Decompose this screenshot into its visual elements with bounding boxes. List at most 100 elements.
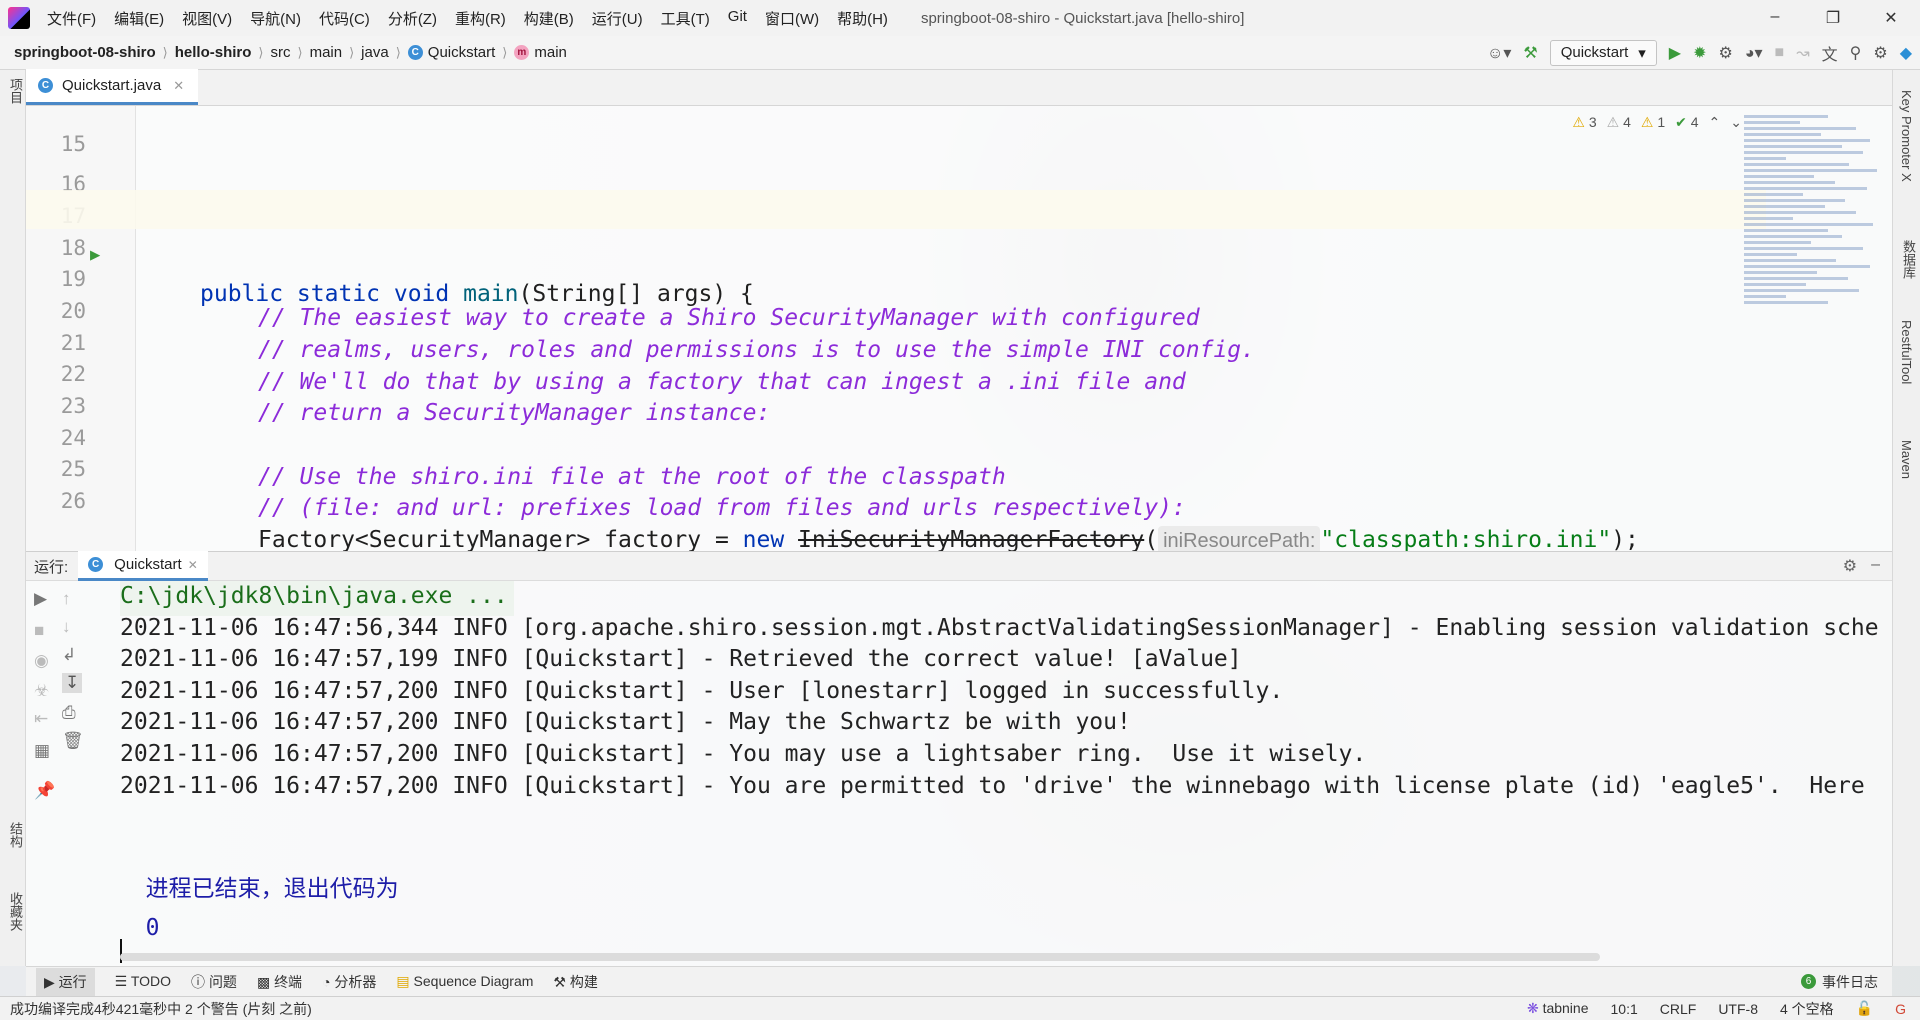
line-separator[interactable]: CRLF (1660, 1001, 1697, 1017)
rerun-icon[interactable]: ▶ (34, 589, 47, 609)
horizontal-scrollbar[interactable] (120, 953, 1600, 961)
tab-sequence-diagram[interactable]: ▤ Sequence Diagram (396, 973, 533, 990)
status-message[interactable]: 成功编译完成4秒421毫秒中 2 个警告 (片刻 之前) (10, 999, 312, 1019)
tab-problems[interactable]: ⓘ 问题 (191, 972, 237, 992)
pin-icon[interactable]: 📌 (34, 781, 55, 801)
stop-icon[interactable]: ■ (1775, 44, 1785, 62)
menu-edit[interactable]: 编辑(E) (107, 4, 171, 33)
user-icon[interactable]: ☺▾ (1487, 43, 1511, 63)
tab-profiler[interactable]: ◔ 分析器 (322, 972, 376, 992)
weak-warning-count: 4 (1623, 114, 1631, 130)
maven-tab[interactable]: Maven (1899, 440, 1914, 479)
breadcrumb-src[interactable]: src (271, 44, 291, 61)
parameter-hint: iniResourcePath: (1158, 526, 1321, 551)
window-title: springboot-08-shiro - Quickstart.java [h… (920, 9, 1245, 27)
breadcrumb-main[interactable]: main (310, 44, 343, 61)
menu-window[interactable]: 窗口(W) (758, 4, 826, 33)
dump-threads-icon[interactable]: ☣ (34, 681, 49, 701)
translate-icon[interactable]: 文 (1822, 41, 1838, 65)
status-bar: 成功编译完成4秒421毫秒中 2 个警告 (片刻 之前) ❋ tabnine 1… (0, 996, 1920, 1020)
code-text: ); (1611, 527, 1639, 551)
menu-refactor[interactable]: 重构(R) (448, 4, 513, 33)
close-icon[interactable]: ✕ (1862, 8, 1920, 28)
tabnine-status[interactable]: ❋ tabnine (1527, 1000, 1589, 1017)
run-icon[interactable]: ▶ (1669, 43, 1681, 63)
tab-quickstart-java[interactable]: C Quickstart.java ✕ (26, 69, 199, 105)
tab-run[interactable]: ▶ 运行 (36, 967, 95, 996)
menu-file[interactable]: 文件(F) (40, 4, 103, 33)
database-tab[interactable]: 数据库 (1899, 240, 1918, 279)
chevron-down-icon[interactable]: ⌄ (1730, 114, 1742, 131)
code-minimap[interactable] (1744, 112, 1884, 492)
run-tab-quickstart[interactable]: C Quickstart ✕ (78, 551, 208, 581)
close-tab-icon[interactable]: ✕ (188, 558, 198, 572)
breadcrumb-java[interactable]: java (361, 44, 389, 61)
cursor-position[interactable]: 10:1 (1611, 1001, 1638, 1017)
menu-git[interactable]: Git (721, 4, 754, 33)
breadcrumb-project[interactable]: springboot-08-shiro (14, 44, 156, 61)
camera-icon[interactable]: ◉ (34, 651, 49, 671)
code-line: 15 (26, 106, 1766, 156)
tab-label: 问题 (208, 973, 237, 990)
file-encoding[interactable]: UTF-8 (1718, 1001, 1758, 1017)
breadcrumb-method[interactable]: main (534, 44, 567, 61)
indent-setting[interactable]: 4 个空格 (1780, 999, 1834, 1019)
debug-icon[interactable]: ✹ (1693, 43, 1706, 63)
settings-gear-icon[interactable]: ⚙ (1843, 556, 1857, 576)
menu-help[interactable]: 帮助(H) (830, 4, 895, 33)
tab-todo[interactable]: ☰ TODO (115, 973, 171, 990)
exit-icon[interactable]: ⇤ (34, 709, 48, 729)
profile-icon[interactable]: ◕▾ (1745, 43, 1763, 63)
search-icon[interactable]: ⚲ (1850, 43, 1862, 63)
hide-panel-icon[interactable]: – (1871, 556, 1880, 576)
code-text: ( (1144, 527, 1159, 551)
favorites-tool-tab[interactable]: 收藏夹 (6, 892, 25, 931)
scroll-to-end-icon[interactable]: ↧ (62, 673, 83, 693)
scroll-down-icon[interactable]: ↓ (62, 617, 71, 637)
code-deprecated-class: IniSecurityManagerFactory (798, 527, 1145, 551)
warning-count: 3 (1588, 114, 1597, 130)
structure-tool-tab[interactable]: 结构 (6, 822, 25, 848)
menu-run[interactable]: 运行(U) (585, 4, 650, 33)
run-panel-header: 运行: C Quickstart ✕ ⚙ – (26, 551, 1892, 581)
menu-analyze[interactable]: 分析(Z) (381, 4, 444, 33)
build-hammer-icon[interactable]: ⚒ (1523, 43, 1537, 63)
code-editor[interactable]: 15 16 17 ▶ public static void main(Strin… (26, 106, 1892, 551)
event-log-tab[interactable]: 6 事件日志 (1801, 972, 1892, 992)
inspection-widget[interactable]: ⚠ 3 ⚠ 4 ⚠ 1 ✔ 4 ⌃ ⌄ (1572, 114, 1742, 131)
toolbox-icon[interactable]: ◆ (1900, 43, 1912, 63)
menu-build[interactable]: 构建(B) (517, 4, 581, 33)
stop-icon[interactable]: ■ (34, 621, 44, 641)
coverage-icon[interactable]: ⚙ (1718, 43, 1732, 63)
code-string: "classpath:shiro.ini" (1320, 527, 1612, 551)
menu-tools[interactable]: 工具(T) (654, 4, 717, 33)
trash-icon[interactable]: 🗑 (62, 731, 84, 751)
breadcrumb-module[interactable]: hello-shiro (175, 44, 252, 61)
menu-navigate[interactable]: 导航(N) (243, 4, 308, 33)
event-log-label: 事件日志 (1822, 973, 1878, 990)
layout-icon[interactable]: ▦ (34, 741, 50, 761)
close-tab-icon[interactable]: ✕ (173, 78, 184, 94)
restore-icon[interactable]: ❐ (1804, 8, 1862, 28)
tab-build[interactable]: ⚒ 构建 (553, 972, 597, 992)
tab-label: 构建 (569, 973, 598, 990)
minimize-icon[interactable]: – (1746, 8, 1804, 28)
restful-tool-tab[interactable]: RestfulTool (1899, 320, 1914, 384)
google-icon[interactable]: G (1895, 1001, 1906, 1017)
print-icon[interactable]: ⎙ (62, 703, 76, 723)
attach-icon[interactable]: ↝ (1796, 43, 1809, 63)
menu-view[interactable]: 视图(V) (175, 4, 239, 33)
project-tool-tab[interactable]: 项目 (6, 78, 25, 104)
breadcrumb-class[interactable]: Quickstart (428, 44, 496, 61)
tab-terminal[interactable]: ▩ 终端 (257, 972, 302, 992)
run-config-select[interactable]: Quickstart ▾ (1549, 39, 1657, 66)
scroll-up-icon[interactable]: ↑ (62, 589, 71, 609)
key-promoter-tab[interactable]: Key Promoter X (1899, 90, 1914, 182)
tab-label: TODO (130, 973, 172, 989)
run-console[interactable]: ▶ ↑ ■ ↓ ◉ ↲ ☣ ↧ ⇤ ⎙ 🗑 ▦ 📌 C:\jdk\jdk8\bi… (26, 581, 1892, 966)
chevron-up-icon[interactable]: ⌃ (1709, 114, 1721, 131)
lock-icon[interactable]: 🔓 (1856, 1000, 1873, 1017)
settings-gear-icon[interactable]: ⚙ (1873, 43, 1887, 63)
menu-code[interactable]: 代码(C) (312, 4, 377, 33)
soft-wrap-icon[interactable]: ↲ (62, 645, 76, 665)
